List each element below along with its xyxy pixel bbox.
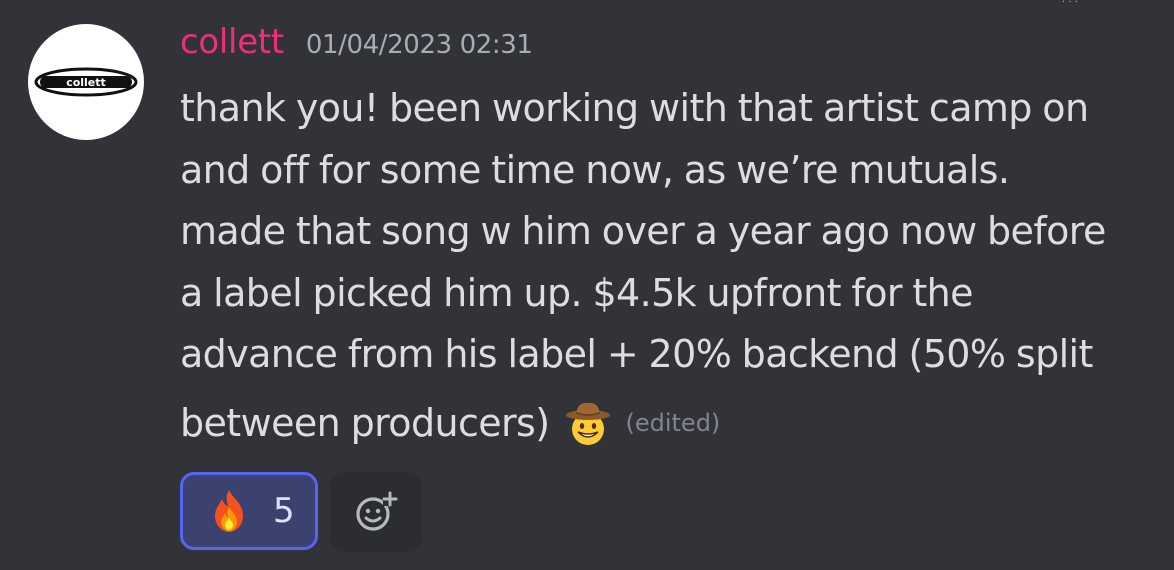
chat-message: collett collett 01/04/2023 02:31 thank y…	[0, 0, 1174, 570]
message-line: a label picked him up. $4.5k upfront for…	[180, 270, 974, 315]
add-reaction-button[interactable]	[330, 472, 422, 552]
avatar[interactable]: collett	[28, 24, 144, 140]
avatar-logo-text: collett	[66, 76, 106, 89]
reaction-count: 5	[273, 491, 295, 531]
message-line: between producers)	[180, 400, 550, 445]
message-line: advance from his label + 20% backend (50…	[180, 332, 1093, 376]
message-line-last: between producers) (edited)	[180, 386, 1165, 462]
cowboy-hat-face-icon	[566, 402, 611, 445]
reaction-fire[interactable]: 5	[180, 472, 318, 550]
reaction-bar: 5	[180, 472, 422, 552]
timestamp: 01/04/2023 02:31	[305, 30, 533, 60]
message-line: thank you! been working with that artist…	[180, 86, 1089, 130]
message-line: and off for some time now, as we’re mutu…	[180, 147, 1010, 192]
collett-logo-icon: collett	[34, 67, 138, 97]
message-header: collett 01/04/2023 02:31	[180, 22, 533, 72]
message-content: thank you! been working with that artist…	[180, 78, 1165, 462]
edited-label: (edited)	[625, 408, 721, 437]
message-line: made that song w him over a year ago now…	[180, 209, 1106, 253]
fire-icon	[215, 490, 243, 532]
username[interactable]: collett	[180, 22, 284, 62]
add-reaction-icon	[356, 491, 398, 531]
